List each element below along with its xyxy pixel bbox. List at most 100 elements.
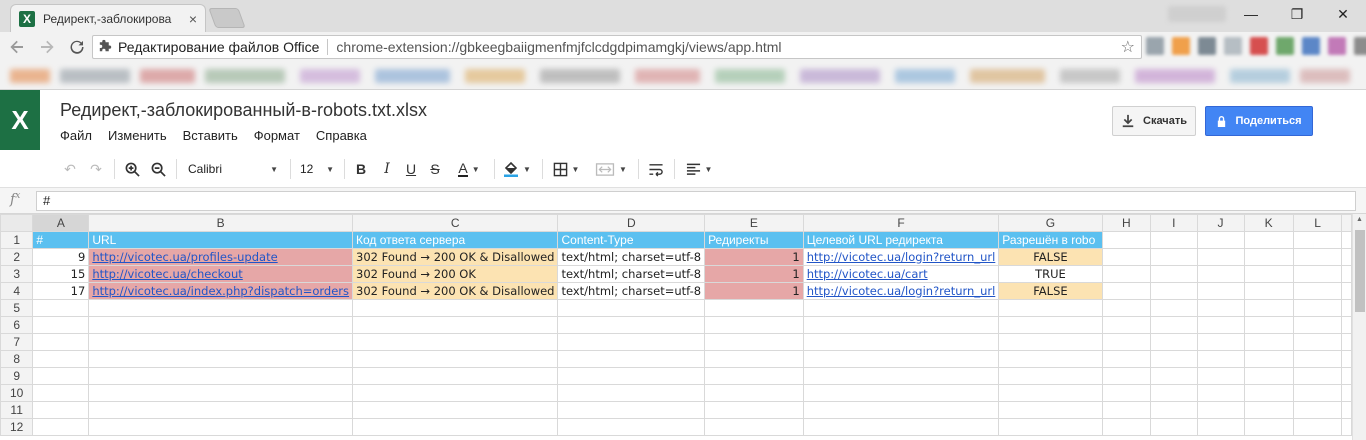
bookmark-item[interactable] (715, 69, 785, 83)
cell[interactable] (998, 367, 1103, 385)
share-button[interactable]: Поделиться (1205, 106, 1313, 136)
cell[interactable] (802, 418, 1000, 436)
column-header-k[interactable]: K (1243, 214, 1294, 232)
underline-icon[interactable]: U (402, 158, 420, 180)
cell[interactable] (352, 367, 559, 385)
cell-link[interactable]: http://vicotec.ua/cart (802, 265, 1000, 283)
bookmark-item[interactable] (1230, 69, 1290, 83)
strikethrough-icon[interactable]: S (426, 158, 444, 180)
cell[interactable] (704, 401, 804, 419)
cell[interactable] (1243, 265, 1294, 283)
column-header-f[interactable]: F (802, 214, 1000, 232)
cell[interactable] (88, 316, 354, 334)
cell[interactable]: # (32, 231, 90, 249)
cell[interactable]: Разрешён в robo (998, 231, 1103, 249)
fill-color-button[interactable]: ▼ (500, 158, 534, 180)
menu-format[interactable]: Формат (254, 128, 300, 143)
cell[interactable] (1341, 350, 1352, 368)
column-header-b[interactable]: B (88, 214, 354, 232)
cell[interactable] (557, 333, 706, 351)
browser-tab[interactable]: X Редирект,-заблокирова × (10, 4, 206, 32)
cell[interactable] (1243, 418, 1294, 436)
cell[interactable] (88, 384, 354, 402)
cell[interactable]: TRUE (998, 265, 1103, 283)
cell[interactable] (1341, 367, 1352, 385)
cell[interactable] (802, 316, 1000, 334)
cell[interactable] (1149, 333, 1198, 351)
cell[interactable]: Content-Type (557, 231, 706, 249)
cell[interactable] (1101, 418, 1151, 436)
cell[interactable] (88, 333, 354, 351)
select-all-corner[interactable] (0, 214, 34, 232)
italic-icon[interactable]: I (378, 158, 396, 180)
vertical-scrollbar[interactable]: ▲ (1352, 214, 1366, 440)
cell[interactable] (88, 299, 354, 317)
cell[interactable] (1292, 350, 1343, 368)
cell[interactable] (1292, 231, 1343, 249)
cell[interactable] (1292, 265, 1343, 283)
row-header[interactable]: 8 (0, 350, 34, 368)
cell[interactable] (1149, 350, 1198, 368)
row-header[interactable]: 3 (0, 265, 34, 283)
menu-help[interactable]: Справка (316, 128, 367, 143)
bookmark-item[interactable] (465, 69, 525, 83)
cell[interactable] (32, 333, 90, 351)
cell[interactable] (32, 299, 90, 317)
bookmark-item[interactable] (205, 69, 285, 83)
forward-arrow-icon[interactable] (34, 34, 60, 60)
bookmark-item[interactable] (1060, 69, 1120, 83)
cell[interactable] (557, 384, 706, 402)
cell[interactable] (1196, 231, 1245, 249)
bookmark-item[interactable] (540, 69, 620, 83)
column-header-e[interactable]: E (704, 214, 804, 232)
cell[interactable] (1243, 367, 1294, 385)
undo-icon[interactable]: ↶ (60, 158, 80, 180)
column-header-c[interactable]: C (352, 214, 559, 232)
cell[interactable] (1101, 367, 1151, 385)
cell[interactable] (1341, 401, 1352, 419)
cell[interactable] (1101, 231, 1151, 249)
new-tab-button[interactable] (208, 8, 246, 28)
extension-icon[interactable] (1302, 37, 1320, 55)
bookmark-item[interactable] (300, 69, 360, 83)
cell[interactable] (1243, 401, 1294, 419)
cell[interactable] (1101, 282, 1151, 300)
cell[interactable] (998, 384, 1103, 402)
cell[interactable] (1243, 299, 1294, 317)
cell[interactable]: text/html; charset=utf-8 (557, 282, 706, 300)
menu-file[interactable]: Файл (60, 128, 92, 143)
cell[interactable] (32, 367, 90, 385)
cell[interactable] (1243, 333, 1294, 351)
row-header[interactable]: 5 (0, 299, 34, 317)
cell[interactable] (1149, 282, 1198, 300)
formula-input[interactable]: # (36, 191, 1356, 211)
menu-insert[interactable]: Вставить (183, 128, 238, 143)
cell[interactable] (802, 299, 1000, 317)
document-title[interactable]: Редирект,-заблокированный-в-robots.txt.x… (60, 100, 427, 121)
bookmark-star-icon[interactable]: ☆ (1121, 37, 1135, 57)
row-header[interactable]: 12 (0, 418, 34, 436)
bookmark-item[interactable] (800, 69, 880, 83)
cell[interactable] (32, 316, 90, 334)
window-restore-button[interactable]: ❐ (1274, 0, 1320, 28)
cell[interactable] (1341, 299, 1352, 317)
cell[interactable]: 302 Found → 200 OK & Disallowed (352, 248, 559, 266)
download-button[interactable]: Скачать (1112, 106, 1196, 136)
zoom-in-icon[interactable] (122, 158, 142, 180)
cell[interactable] (1101, 384, 1151, 402)
bookmark-item[interactable] (895, 69, 955, 83)
extension-icon[interactable] (1224, 37, 1242, 55)
bookmark-item[interactable] (60, 69, 130, 83)
cell[interactable]: 302 Found → 200 OK (352, 265, 559, 283)
bookmark-item[interactable] (1135, 69, 1215, 83)
cell[interactable] (998, 316, 1103, 334)
bold-icon[interactable]: B (352, 158, 370, 180)
cell-link[interactable]: http://vicotec.ua/login?return_url (802, 248, 1000, 266)
cell[interactable] (557, 418, 706, 436)
cell[interactable] (1243, 282, 1294, 300)
cell[interactable] (1101, 333, 1151, 351)
cell[interactable]: text/html; charset=utf-8 (557, 265, 706, 283)
cell[interactable] (998, 299, 1103, 317)
cell[interactable] (557, 367, 706, 385)
cell[interactable] (1341, 316, 1352, 334)
